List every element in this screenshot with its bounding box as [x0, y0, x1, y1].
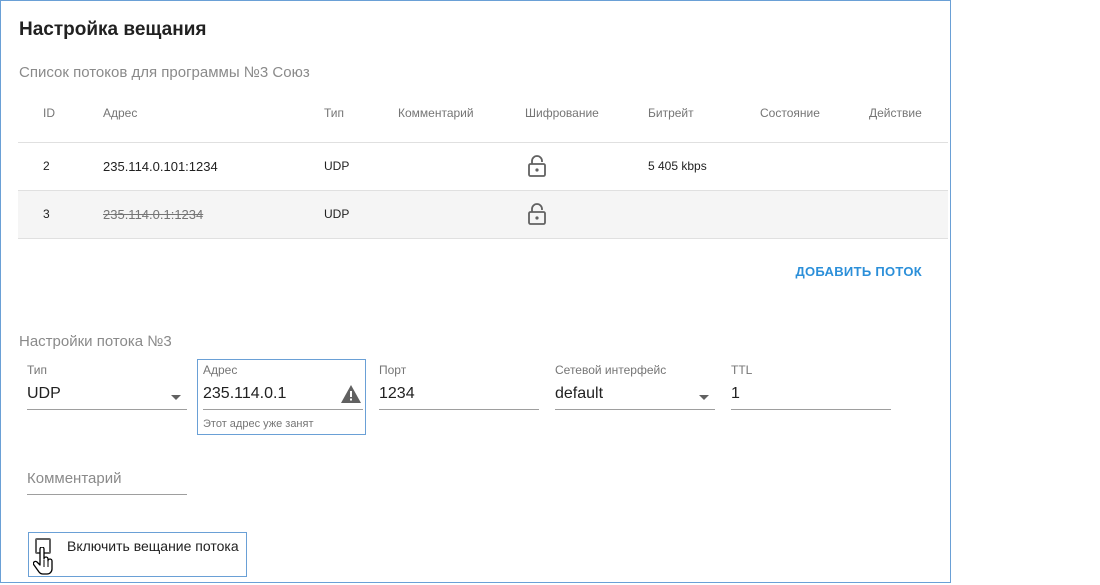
- stream-settings-heading: Настройки потока №3: [19, 333, 172, 350]
- ttl-label: TTL: [731, 363, 753, 377]
- address-underline: [203, 409, 363, 410]
- stream-type: UDP: [324, 159, 350, 173]
- port-value: 1234: [379, 385, 415, 402]
- comment-placeholder: Комментарий: [27, 470, 122, 487]
- column-header-action: Действие: [869, 106, 922, 120]
- ttl-field[interactable]: TTL 1: [731, 363, 891, 410]
- type-label: Тип: [27, 363, 48, 377]
- lock-open-icon: [528, 155, 546, 177]
- type-value: UDP: [27, 385, 61, 402]
- page-title: Настройка вещания: [19, 19, 207, 40]
- streams-table: ID Адрес Тип Комментарий Шифрование Битр…: [18, 93, 948, 239]
- type-select[interactable]: Тип UDP: [27, 363, 187, 410]
- enable-stream-label[interactable]: Включить вещание потока: [67, 538, 239, 554]
- chevron-down-icon: [699, 395, 709, 400]
- hand-cursor-icon: [33, 547, 53, 575]
- stream-bitrate: 5 405 kbps: [648, 159, 707, 173]
- warning-icon: [341, 385, 361, 403]
- lock-open-icon: [528, 203, 546, 225]
- column-header-state: Состояние: [760, 106, 820, 120]
- streams-list-heading: Список потоков для программы №3 Союз: [19, 64, 310, 81]
- column-header-type: Тип: [324, 106, 345, 120]
- ttl-underline: [731, 409, 891, 410]
- network-interface-value: default: [555, 385, 604, 402]
- stream-id: 2: [43, 159, 50, 173]
- stream-address: 235.114.0.101:1234: [103, 159, 218, 174]
- type-underline: [27, 409, 187, 410]
- stream-address: 235.114.0.1:1234: [103, 207, 204, 222]
- column-header-id: ID: [43, 106, 55, 120]
- network-interface-underline: [555, 409, 715, 410]
- port-field[interactable]: Порт 1234: [379, 363, 539, 410]
- column-header-encryption: Шифрование: [525, 106, 599, 120]
- table-row[interactable]: 2 235.114.0.101:1234 UDP 5 405 kbps: [18, 143, 948, 191]
- chevron-down-icon: [171, 395, 181, 400]
- comment-underline: [27, 494, 187, 495]
- column-header-address: Адрес: [103, 106, 138, 120]
- ttl-value: 1: [731, 385, 740, 402]
- port-label: Порт: [379, 363, 407, 377]
- add-stream-button[interactable]: ДОБАВИТЬ ПОТОК: [795, 264, 922, 279]
- port-underline: [379, 409, 539, 410]
- column-header-comment: Комментарий: [398, 106, 474, 120]
- broadcast-settings-panel: Настройка вещания Список потоков для про…: [0, 0, 951, 583]
- address-error-text: Этот адрес уже занят: [203, 418, 314, 430]
- comment-field[interactable]: Комментарий: [27, 468, 187, 495]
- stream-id: 3: [43, 207, 50, 221]
- table-header: ID Адрес Тип Комментарий Шифрование Битр…: [18, 93, 948, 143]
- address-value: 235.114.0.1: [203, 385, 287, 402]
- table-row[interactable]: 3 235.114.0.1:1234 UDP: [18, 191, 948, 239]
- address-field[interactable]: Адрес 235.114.0.1: [203, 363, 363, 410]
- stream-type: UDP: [324, 207, 350, 221]
- network-interface-label: Сетевой интерфейс: [555, 363, 667, 377]
- address-label: Адрес: [203, 363, 238, 377]
- network-interface-select[interactable]: Сетевой интерфейс default: [555, 363, 715, 410]
- column-header-bitrate: Битрейт: [648, 106, 694, 120]
